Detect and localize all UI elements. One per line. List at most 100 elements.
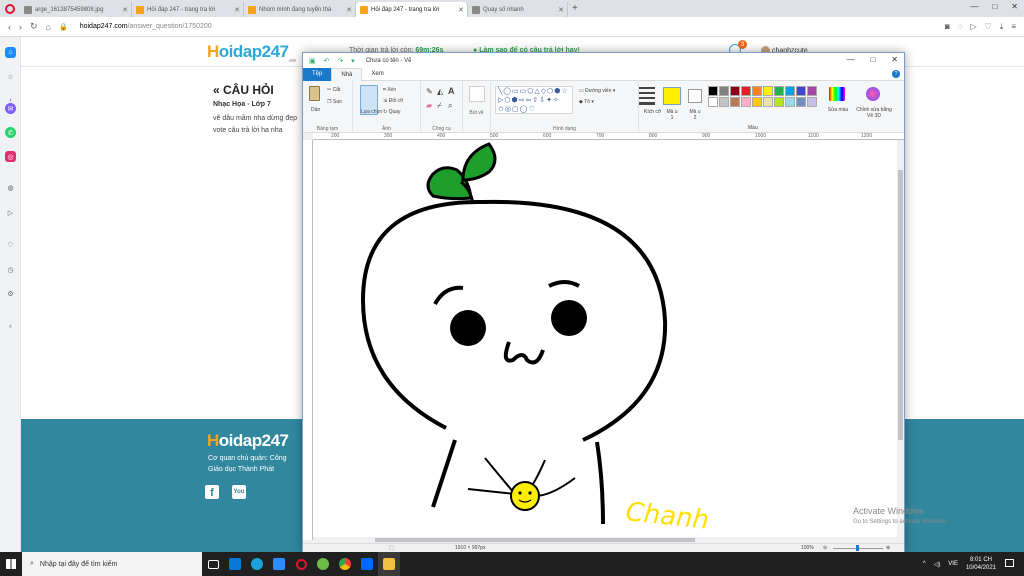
close-tab-icon[interactable]: ✕ <box>122 6 128 14</box>
palette-swatch[interactable] <box>774 97 784 107</box>
language-indicator[interactable]: VIE <box>948 561 958 567</box>
clock[interactable]: 8:01 CH 10/04/2021 <box>966 556 996 572</box>
heart-icon[interactable]: ♡ <box>5 239 16 250</box>
new-tab-button[interactable]: + <box>572 3 578 14</box>
download-icon[interactable]: ⤓ <box>1000 22 1004 32</box>
palette-swatch[interactable] <box>785 97 795 107</box>
zoom-in-button[interactable]: ⊕ <box>886 545 890 551</box>
palette-swatch[interactable] <box>752 97 762 107</box>
palette-swatch[interactable] <box>796 86 806 96</box>
palette-swatch[interactable] <box>763 97 773 107</box>
color1-swatch[interactable] <box>663 87 681 105</box>
tab-view[interactable]: Xem <box>362 68 392 81</box>
back-icon[interactable]: ‹ <box>8 22 11 32</box>
minimize-button[interactable]: — <box>970 2 978 11</box>
site-logo[interactable]: Hoidap247.com <box>207 42 296 62</box>
volume-icon[interactable]: ◁) <box>934 561 941 568</box>
brush-icon[interactable] <box>469 86 485 102</box>
fill-icon[interactable]: ◭ <box>437 87 443 96</box>
palette-swatch[interactable] <box>741 97 751 107</box>
pencil-icon[interactable]: ✎ <box>426 87 433 96</box>
resize-button[interactable]: ⇲ Đổi cỡ <box>383 98 403 104</box>
tab-home[interactable]: Nhà <box>331 67 363 81</box>
rotate-button[interactable]: ↻ Quay <box>383 109 401 115</box>
zalo-icon[interactable] <box>356 552 378 576</box>
palette-swatch[interactable] <box>741 86 751 96</box>
task-view-icon[interactable] <box>202 552 224 576</box>
browser-tab[interactable]: Quay số nhanh ✕ <box>468 2 568 17</box>
shapes-gallery[interactable]: ╲◯▭▭⬠△◇⬡⬢☆ ▷⬡⬢⇨⇦⇧⇩✦✧ ✩◎▢◯♡ <box>495 86 573 114</box>
eraser-icon[interactable]: ▰ <box>426 101 432 110</box>
history-icon[interactable]: ◷ <box>5 264 16 275</box>
palette-swatch[interactable] <box>774 86 784 96</box>
copy-button[interactable]: ❐ Sao <box>327 99 342 105</box>
camera-icon[interactable]: ◙ <box>945 22 950 32</box>
paint-taskbar-icon[interactable] <box>378 552 400 576</box>
zoom-icon[interactable] <box>268 552 290 576</box>
minimize-button[interactable]: — <box>846 55 854 64</box>
home-icon[interactable]: ⌂ <box>5 47 16 58</box>
close-button[interactable]: ✕ <box>1011 2 1018 11</box>
crop-button[interactable]: ⌗ Xén <box>383 87 396 93</box>
speed-dial-icon[interactable]: ◍ <box>5 182 16 193</box>
close-tab-icon[interactable]: ✕ <box>458 6 464 14</box>
vertical-scrollbar[interactable] <box>897 140 904 540</box>
paste-icon[interactable] <box>309 86 320 101</box>
opera-taskbar-icon[interactable] <box>290 552 312 576</box>
opera-icon[interactable] <box>0 0 20 17</box>
palette-swatch[interactable] <box>796 97 806 107</box>
mail-icon[interactable] <box>224 552 246 576</box>
play-icon[interactable]: ▷ <box>970 22 976 32</box>
paste-button[interactable]: Dán <box>311 107 320 113</box>
color2-swatch[interactable] <box>688 89 702 103</box>
edit-colors-button[interactable]: Sửa màu <box>823 107 853 113</box>
help-icon[interactable]: ? <box>892 70 900 78</box>
browser-tab[interactable]: Nhóm mình đang tuyển thà ✕ <box>244 2 356 17</box>
url-field[interactable]: hoidap247.com/answer_question/1750200 <box>80 23 212 30</box>
forward-icon[interactable]: › <box>19 22 22 32</box>
scroll-thumb[interactable] <box>375 538 695 542</box>
reload-icon[interactable]: ↻ <box>30 21 38 32</box>
youtube-icon[interactable]: You <box>232 485 246 499</box>
browser-tab[interactable]: Hỏi đáp 247 - trang tra lời ✕ <box>132 2 244 17</box>
chrome-icon[interactable] <box>334 552 356 576</box>
settings-icon[interactable]: ⚙ <box>5 288 16 299</box>
palette-swatch[interactable] <box>807 86 817 96</box>
paint-canvas[interactable]: Chanh <box>313 140 897 540</box>
whatsapp-icon[interactable]: ✆ <box>5 127 16 138</box>
fill-dropdown[interactable]: ◆ Tô ▾ <box>579 99 594 105</box>
palette-swatch[interactable] <box>807 97 817 107</box>
zoom-out-button[interactable]: ⊖ <box>823 545 827 551</box>
paint3d-icon[interactable] <box>866 87 880 101</box>
scroll-thumb[interactable] <box>898 170 903 440</box>
palette-swatch[interactable] <box>719 97 729 107</box>
notification-center-icon[interactable] <box>1005 559 1014 567</box>
palette-swatch[interactable] <box>785 86 795 96</box>
maximize-button[interactable]: □ <box>992 2 997 11</box>
close-tab-icon[interactable]: ✕ <box>558 6 564 14</box>
color-picker-icon[interactable]: ⌿ <box>437 101 442 111</box>
coccoc-icon[interactable] <box>312 552 334 576</box>
taskbar-search[interactable]: ⌕ Nhập tại đây để tìm kiếm <box>22 552 202 576</box>
palette-swatch[interactable] <box>730 86 740 96</box>
edit-paint3d-button[interactable]: Chỉnh sửa bằng Vẽ 3D <box>856 107 892 119</box>
close-tab-icon[interactable]: ✕ <box>234 6 240 14</box>
cut-button[interactable]: ✂ Cắt <box>327 87 340 93</box>
messenger-icon[interactable]: ✉ <box>5 103 16 114</box>
chevron-up-icon[interactable]: ^ <box>923 561 926 567</box>
text-icon[interactable]: A <box>448 86 455 96</box>
maximize-button[interactable]: □ <box>870 55 875 64</box>
heart-icon[interactable]: ♡ <box>985 22 992 32</box>
edge-icon[interactable] <box>246 552 268 576</box>
close-tab-icon[interactable]: ✕ <box>346 6 352 14</box>
start-button[interactable] <box>0 552 22 576</box>
facebook-icon[interactable]: f <box>205 485 219 499</box>
browser-tab-active[interactable]: Hỏi đáp 247 - trang tra lời ✕ <box>356 2 468 17</box>
palette-swatch[interactable] <box>708 86 718 96</box>
magnifier-icon[interactable]: ⌕ <box>448 101 452 111</box>
bulb-icon[interactable]: ♁ <box>5 321 16 332</box>
size-button[interactable] <box>639 87 655 107</box>
edit-colors-icon[interactable] <box>829 87 845 101</box>
zoom-slider-thumb[interactable] <box>856 545 859 551</box>
quick-access-toolbar[interactable]: ▣ ↶ ↷ ▾ <box>309 57 358 65</box>
